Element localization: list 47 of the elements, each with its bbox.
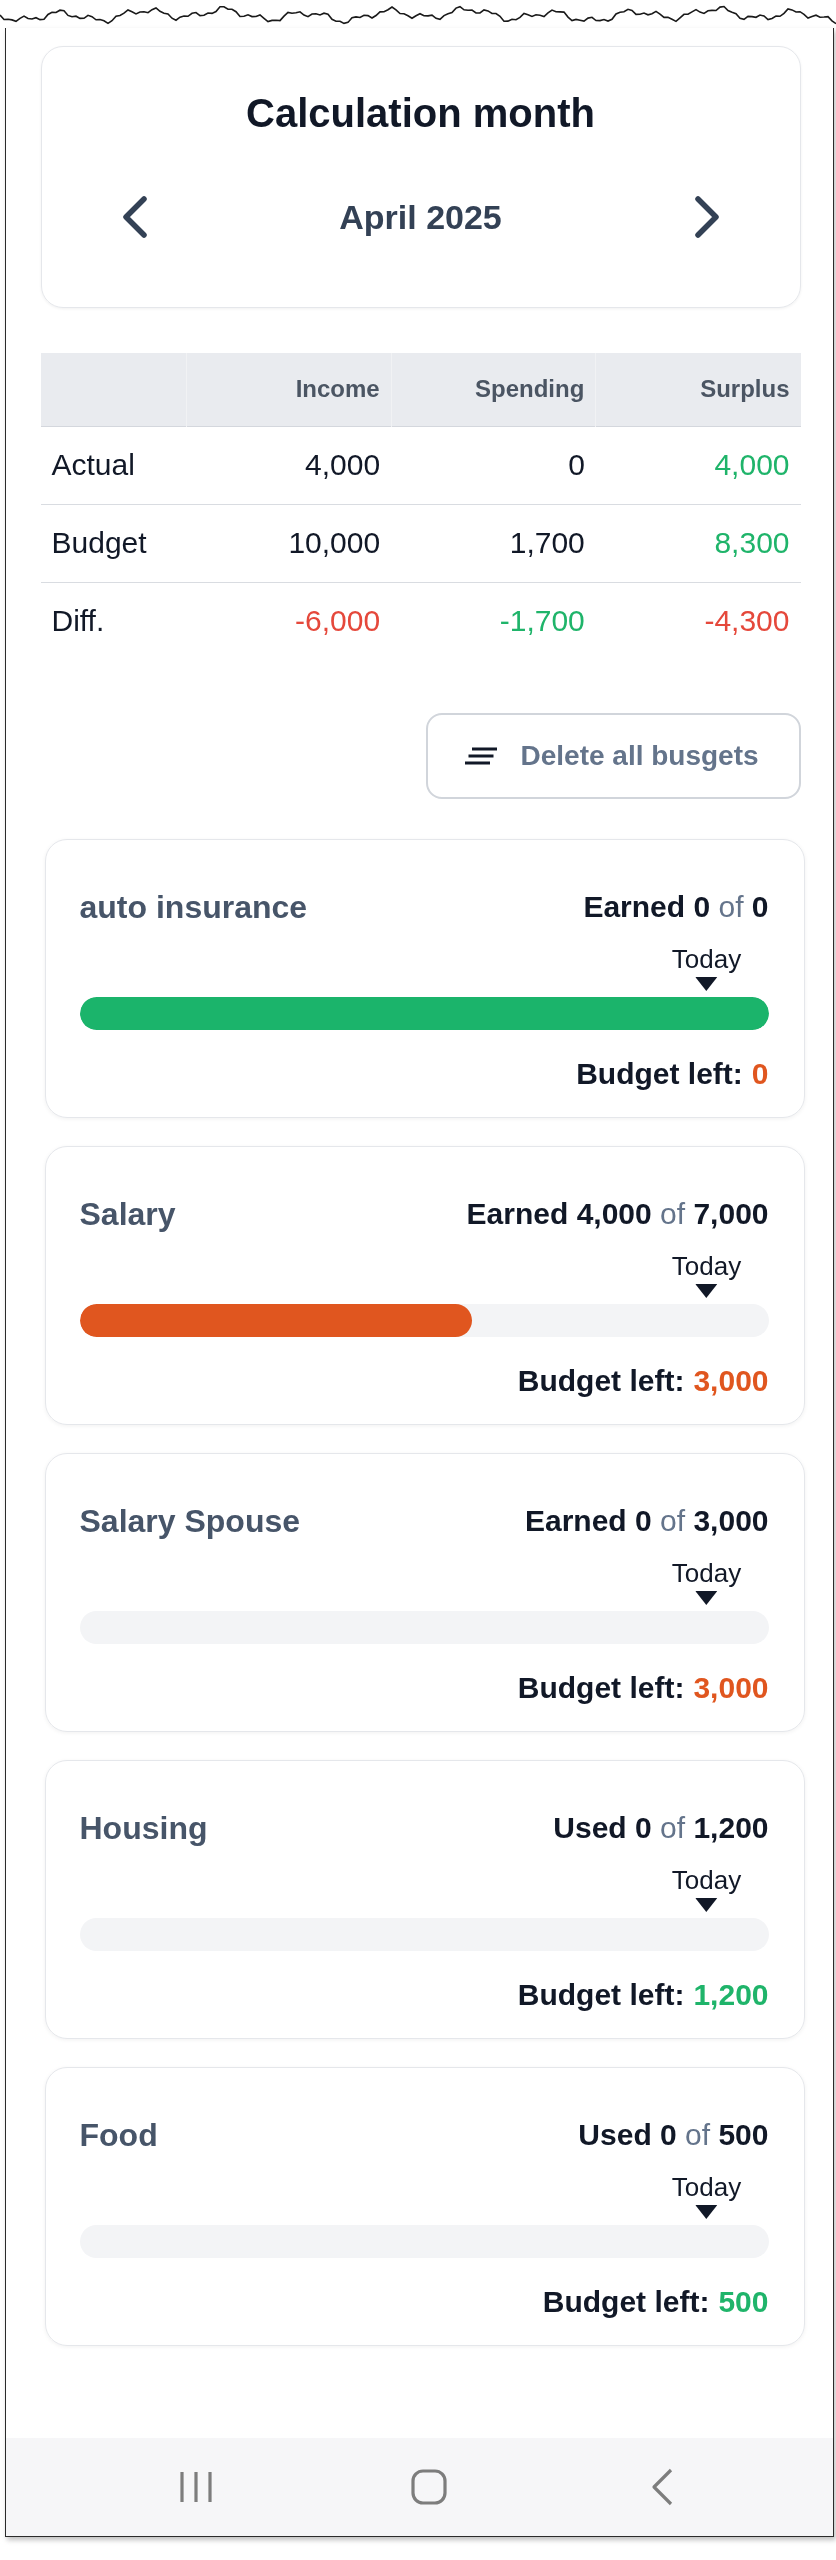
table-cell: -1,700 [391,582,596,660]
budget-left-value: 3,000 [693,1671,769,1705]
budget-summary: Earned 4,000 of 7,000 [466,1196,769,1232]
today-label: Today [671,944,742,974]
budget-summary: Earned 0 of 0 [583,889,769,925]
budget-left-label: Budget left: [542,2285,710,2319]
today-label: Today [671,2172,742,2202]
budget-left-label: Budget left: [517,1671,685,1705]
month-label: April 2025 [339,197,502,237]
budget-title: Housing [79,1809,208,1847]
card-title: Calculation month [246,90,595,137]
budget-left-value: 0 [751,1057,769,1091]
budget-left-value: 1,200 [693,1978,769,2012]
today-label: Today [671,1865,742,1895]
column-header: Income [186,353,392,426]
budget-left-label: Budget left: [517,1364,685,1398]
table-cell: -6,000 [186,582,392,660]
budget-left-label: Budget left: [576,1057,743,1091]
table-cell: 8,300 [595,504,801,582]
budget-title: auto insurance [79,888,308,926]
budget-summary: Used 0 of 500 [578,2117,769,2153]
table-cell: 4,000 [186,426,392,504]
table-cell: 4,000 [595,426,801,504]
column-header: Surplus [595,353,801,426]
budget-summary: Used 0 of 1,200 [553,1810,769,1846]
today-label: Today [671,1251,742,1281]
budget-summary: Earned 0 of 3,000 [525,1503,769,1539]
budget-title: Salary [79,1195,176,1233]
table-cell: 1,700 [391,504,596,582]
table-cell: -4,300 [595,582,801,660]
table-cell: 10,000 [186,504,392,582]
home-icon[interactable] [410,2469,447,2505]
lines-icon [464,747,497,765]
budget-title: Salary Spouse [79,1502,301,1540]
row-label: Actual [40,426,187,504]
table-cell: 0 [391,426,596,504]
today-label: Today [671,1558,742,1588]
budget-left-value: 500 [718,2285,769,2319]
recent-apps-icon[interactable] [179,2470,212,2504]
row-label: Diff. [40,582,187,660]
delete-all-button[interactable]: Delete all busgets [425,713,801,799]
column-header: Spending [391,353,596,426]
budget-left-value: 3,000 [693,1364,769,1398]
budget-left-label: Budget left: [517,1978,685,2012]
back-icon[interactable] [650,2468,673,2506]
row-label: Budget [40,504,187,582]
budget-title: Food [79,2116,158,2154]
